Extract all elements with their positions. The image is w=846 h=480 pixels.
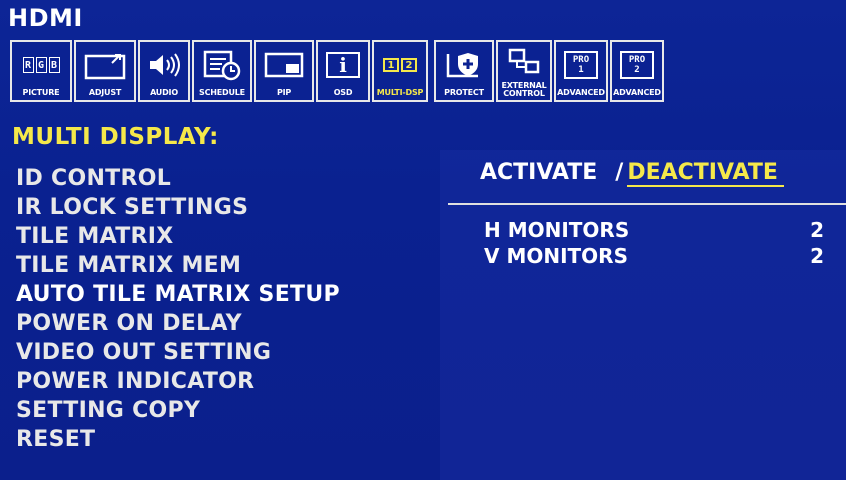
speaker-icon [140, 42, 188, 88]
tab-advanced-pro2[interactable]: PRO 2 ADVANCED [610, 40, 664, 102]
schedule-icon [194, 42, 250, 88]
menu-item-id-control[interactable]: ID CONTROL [16, 166, 171, 191]
section-title: MULTI DISPLAY: [12, 124, 219, 150]
tab-picture[interactable]: RGB PICTURE [10, 40, 72, 102]
detail-pane [440, 150, 846, 480]
menu-item-video-out-setting[interactable]: VIDEO OUT SETTING [16, 340, 271, 365]
tab-external-control-label: EXTERNAL CONTROL [501, 81, 547, 98]
menu-item-power-indicator[interactable]: POWER INDICATOR [16, 369, 254, 394]
activate-option[interactable]: ACTIVATE [480, 160, 597, 185]
activation-toggle: ACTIVATE / DEACTIVATE [480, 160, 784, 187]
option-separator: / [615, 160, 624, 185]
tab-osd[interactable]: i OSD [316, 40, 370, 102]
tab-audio-label: AUDIO [150, 88, 178, 97]
deactivate-option[interactable]: DEACTIVATE [627, 160, 784, 187]
shield-icon [436, 42, 492, 88]
tab-adjust-label: ADJUST [88, 88, 122, 97]
pip-icon [256, 42, 312, 88]
h-monitors-value: 2 [810, 218, 824, 242]
tab-advanced-pro2-label: ADVANCED [613, 88, 661, 97]
v-monitors-label: V MONITORS [484, 244, 628, 268]
pro1-icon: PRO 1 [556, 42, 606, 88]
tab-adjust[interactable]: ADJUST [74, 40, 136, 102]
info-icon: i [318, 42, 368, 88]
tab-schedule-label: SCHEDULE [199, 88, 245, 97]
menu-item-auto-tile-matrix-setup[interactable]: AUTO TILE MATRIX SETUP [16, 282, 340, 307]
menu-item-reset[interactable]: RESET [16, 427, 95, 452]
external-control-icon [498, 42, 550, 82]
rgb-icon: RGB [12, 42, 70, 88]
tab-pip[interactable]: PIP [254, 40, 314, 102]
tab-protect[interactable]: PROTECT [434, 40, 494, 102]
menu-item-power-on-delay[interactable]: POWER ON DELAY [16, 311, 242, 336]
tab-protect-label: PROTECT [444, 88, 484, 97]
tab-osd-label: OSD [333, 88, 353, 97]
h-monitors-row[interactable]: H MONITORS 2 [484, 218, 824, 244]
menu-item-ir-lock-settings[interactable]: IR LOCK SETTINGS [16, 195, 248, 220]
tab-picture-label: PICTURE [22, 88, 60, 97]
v-monitors-row[interactable]: V MONITORS 2 [484, 244, 824, 270]
tab-advanced-pro1-label: ADVANCED [557, 88, 605, 97]
tab-advanced-pro1[interactable]: PRO 1 ADVANCED [554, 40, 608, 102]
tab-external-control[interactable]: EXTERNAL CONTROL [496, 40, 552, 102]
tab-pip-label: PIP [276, 88, 292, 97]
osd-screen: HDMI RGB PICTURE ADJUST AUDIO SCHEDULE P… [0, 0, 846, 480]
menu-item-tile-matrix-mem[interactable]: TILE MATRIX MEM [16, 253, 241, 278]
h-monitors-label: H MONITORS [484, 218, 630, 242]
input-source-title: HDMI [8, 4, 83, 32]
multi-display-icon: 12 [374, 42, 426, 88]
v-monitors-value: 2 [810, 244, 824, 268]
menu-item-setting-copy[interactable]: SETTING COPY [16, 398, 200, 423]
tab-audio[interactable]: AUDIO [138, 40, 190, 102]
tab-multi-dsp-label: MULTI-DSP [376, 88, 424, 97]
tab-multi-dsp[interactable]: 12 MULTI-DSP [372, 40, 428, 102]
divider [448, 203, 846, 205]
tab-schedule[interactable]: SCHEDULE [192, 40, 252, 102]
menu-item-tile-matrix[interactable]: TILE MATRIX [16, 224, 174, 249]
adjust-icon [76, 42, 134, 88]
pro2-icon: PRO 2 [612, 42, 662, 88]
